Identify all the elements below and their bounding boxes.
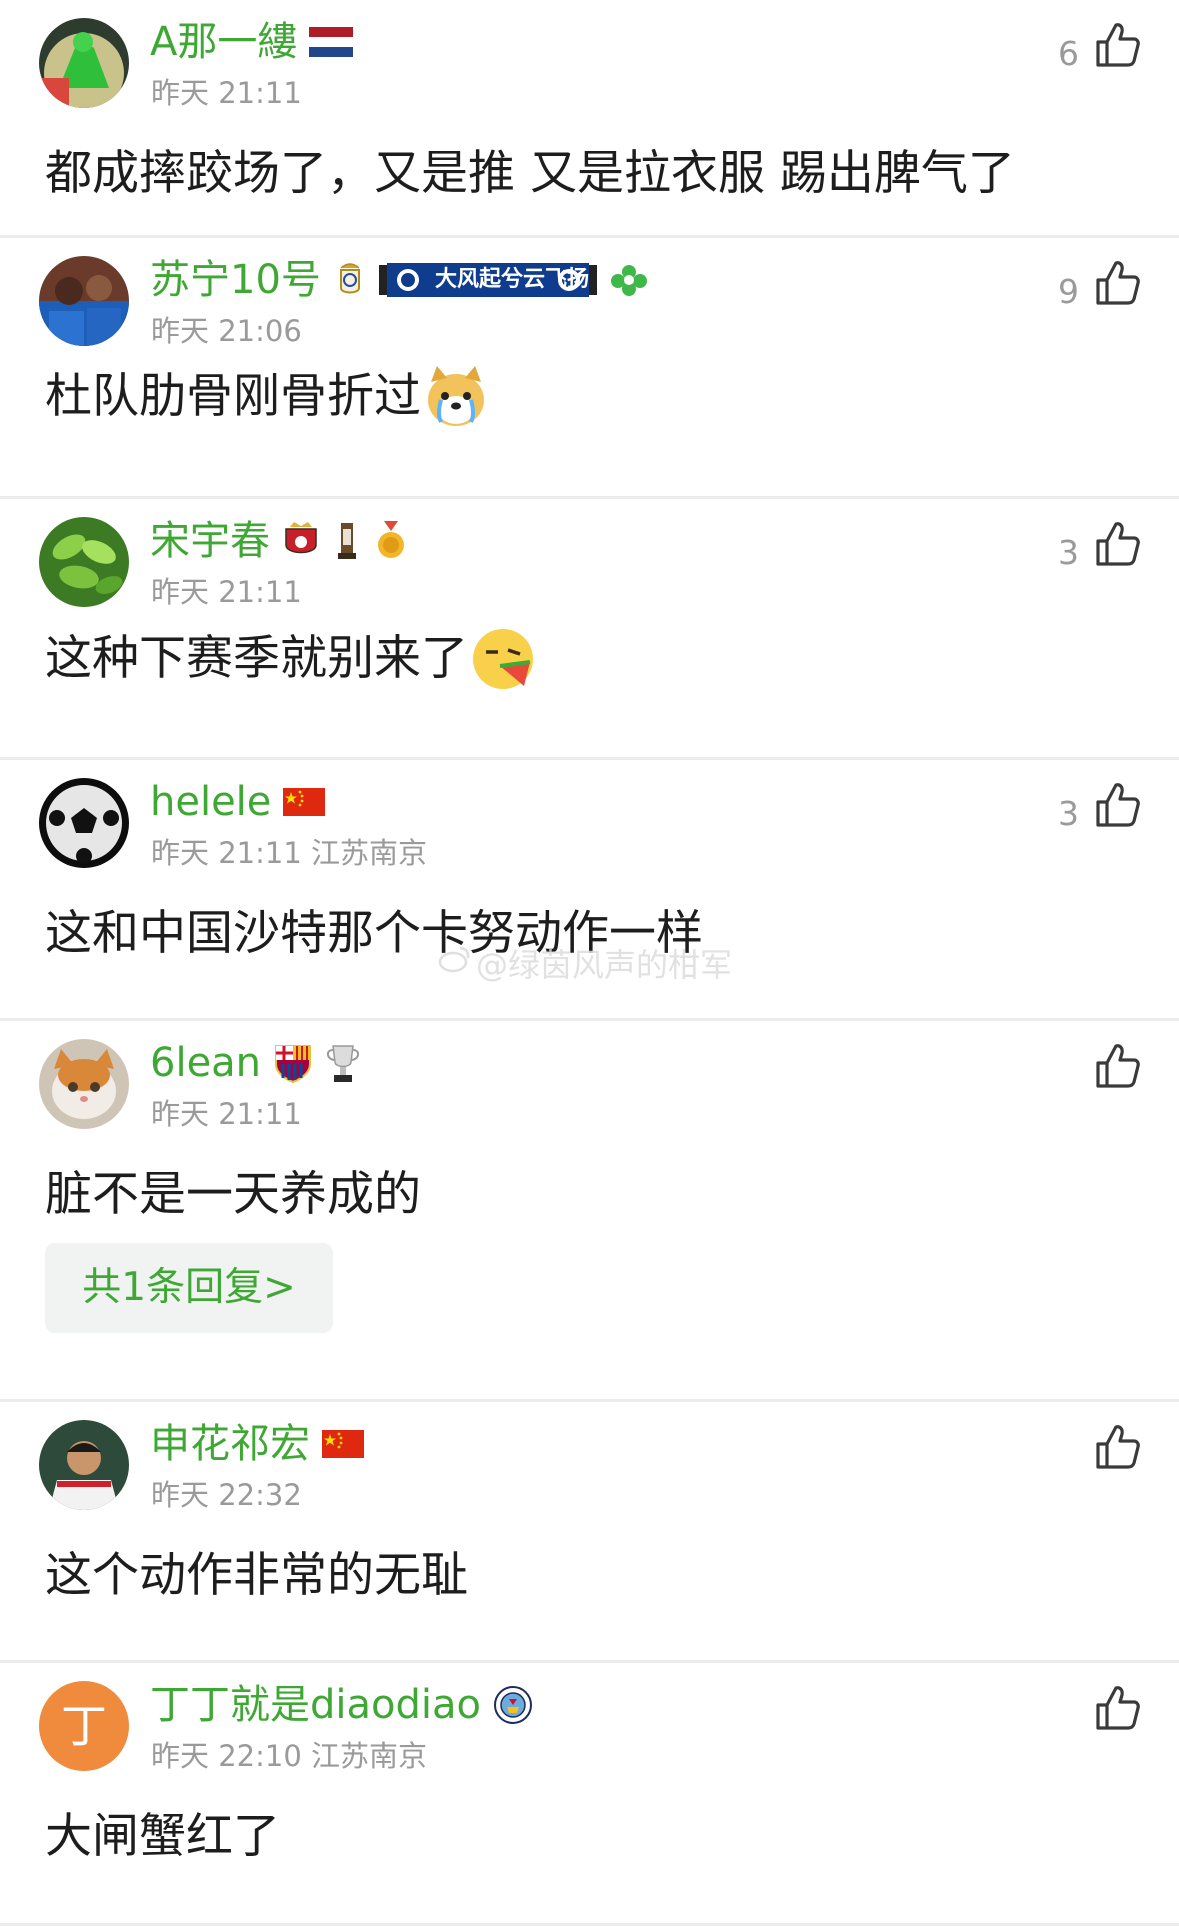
trophy-badge-icon [332, 521, 362, 561]
avatar[interactable] [39, 778, 129, 868]
comment-time: 昨天 21:11 [151, 76, 302, 110]
comment-text: 杜队肋骨刚骨折过 [45, 363, 1139, 431]
cat-avatar-image [39, 1039, 129, 1129]
comment-item: 苏宁10号 大风起兮云飞扬 昨天 21:06 9 杜队肋骨刚骨折过 [0, 238, 1179, 499]
avatar[interactable] [39, 18, 129, 108]
soccer-ball-avatar-image [39, 778, 129, 868]
username[interactable]: helele [150, 776, 271, 828]
comment-time: 昨天 21:06 [151, 314, 302, 348]
real-madrid-crest-icon [333, 260, 367, 300]
watermark-text: @绿茵风声的柑军 [476, 946, 733, 984]
like-count: 9 [1058, 272, 1079, 311]
china-flag-icon [283, 788, 326, 816]
scarf-text: 大风起兮云飞扬 [435, 267, 590, 292]
thumbs-up-icon[interactable] [1092, 519, 1142, 569]
comment-text-content: 杜队肋骨刚骨折过 [45, 369, 421, 424]
username[interactable]: A那一縷 [150, 16, 297, 68]
comment-text: 都成摔跤场了，又是推 又是拉衣服 踢出脾气了 [45, 140, 1139, 208]
comment-text: 这种下赛季就别来了 [45, 625, 1139, 693]
username[interactable]: 丁丁就是diaodiao [150, 1679, 481, 1731]
thumbs-up-icon[interactable] [1092, 1683, 1142, 1733]
weibo-logo-icon [438, 944, 472, 982]
players-photo-avatar-image [39, 256, 129, 346]
like-count: 3 [1058, 533, 1079, 572]
username[interactable]: 苏宁10号 [150, 254, 321, 306]
shanghai-port-crest-icon [282, 521, 320, 561]
comment-time: 昨天 22:32 [151, 1478, 302, 1512]
thumbs-up-icon[interactable] [1092, 258, 1142, 308]
like-count: 6 [1058, 34, 1079, 73]
comment-time: 昨天 22:10 江苏南京 [151, 1739, 428, 1773]
netherlands-flag-icon [309, 27, 354, 57]
username[interactable]: 申花祁宏 [150, 1418, 310, 1470]
crying-dog-emoji-icon [423, 364, 489, 430]
china-flag-icon [322, 1430, 364, 1458]
cup-trophy-badge-icon [325, 1042, 361, 1084]
player-photo-avatar-image [39, 1420, 129, 1510]
comment-item: 丁 丁丁就是diaodiao 昨天 22:10 江苏南京 大闸蟹红了 [0, 1663, 1179, 1926]
avatar[interactable] [39, 517, 129, 607]
green-figure-avatar-image [39, 18, 129, 108]
avatar[interactable] [39, 1420, 129, 1510]
comment-time: 昨天 21:11 [151, 575, 302, 609]
green-flower-badge-icon [609, 263, 649, 297]
comment-text-content: 大闸蟹红了 [45, 1809, 280, 1864]
eating-watermelon-emoji-icon [470, 626, 536, 692]
like-count: 3 [1058, 794, 1079, 833]
username[interactable]: 宋宇春 [150, 515, 270, 567]
comment-item: 宋宇春 昨天 21:11 3 这种下赛季就别来了 [0, 499, 1179, 760]
comment-text: 这个动作非常的无耻 [45, 1542, 1139, 1610]
thumbs-up-icon[interactable] [1092, 1422, 1142, 1472]
view-replies-button[interactable]: 共1条回复> [45, 1243, 333, 1333]
thumbs-up-icon[interactable] [1092, 780, 1142, 830]
comment-item: 6lean 昨天 21:11 脏不是一天养成的 共1条回复> [0, 1021, 1179, 1402]
comment-item: 申花祁宏 昨天 22:32 这个动作非常的无耻 [0, 1402, 1179, 1663]
watermark: @绿茵风声的柑军 [438, 940, 732, 986]
comment-text-content: 这个动作非常的无耻 [45, 1548, 468, 1603]
gold-medal-badge-icon [374, 521, 408, 561]
avatar-letter: 丁 [61, 1699, 107, 1753]
comment-time: 昨天 21:11 江苏南京 [151, 836, 428, 870]
username[interactable]: 6lean [150, 1037, 261, 1089]
comment-text-content: 脏不是一天养成的 [45, 1167, 421, 1222]
avatar[interactable] [39, 256, 129, 346]
thumbs-up-icon[interactable] [1092, 1041, 1142, 1091]
comment-text-content: 这种下赛季就别来了 [45, 631, 468, 686]
comment-text-content: 都成摔跤场了，又是推 又是拉衣服 踢出脾气了 [45, 146, 1015, 201]
green-leaves-avatar-image [39, 517, 129, 607]
avatar[interactable]: 丁 [39, 1681, 129, 1771]
comment-text: 大闸蟹红了 [45, 1803, 1139, 1871]
comment-time: 昨天 21:11 [151, 1097, 302, 1131]
avatar[interactable] [39, 1039, 129, 1129]
comment-text: 脏不是一天养成的 [45, 1161, 1139, 1229]
thumbs-up-icon[interactable] [1092, 20, 1142, 70]
barcelona-crest-icon [273, 1042, 313, 1084]
man-city-crest-icon [493, 1685, 533, 1725]
comment-item: A那一縷 昨天 21:11 6 都成摔跤场了，又是推 又是拉衣服 踢出脾气了 [0, 0, 1179, 238]
